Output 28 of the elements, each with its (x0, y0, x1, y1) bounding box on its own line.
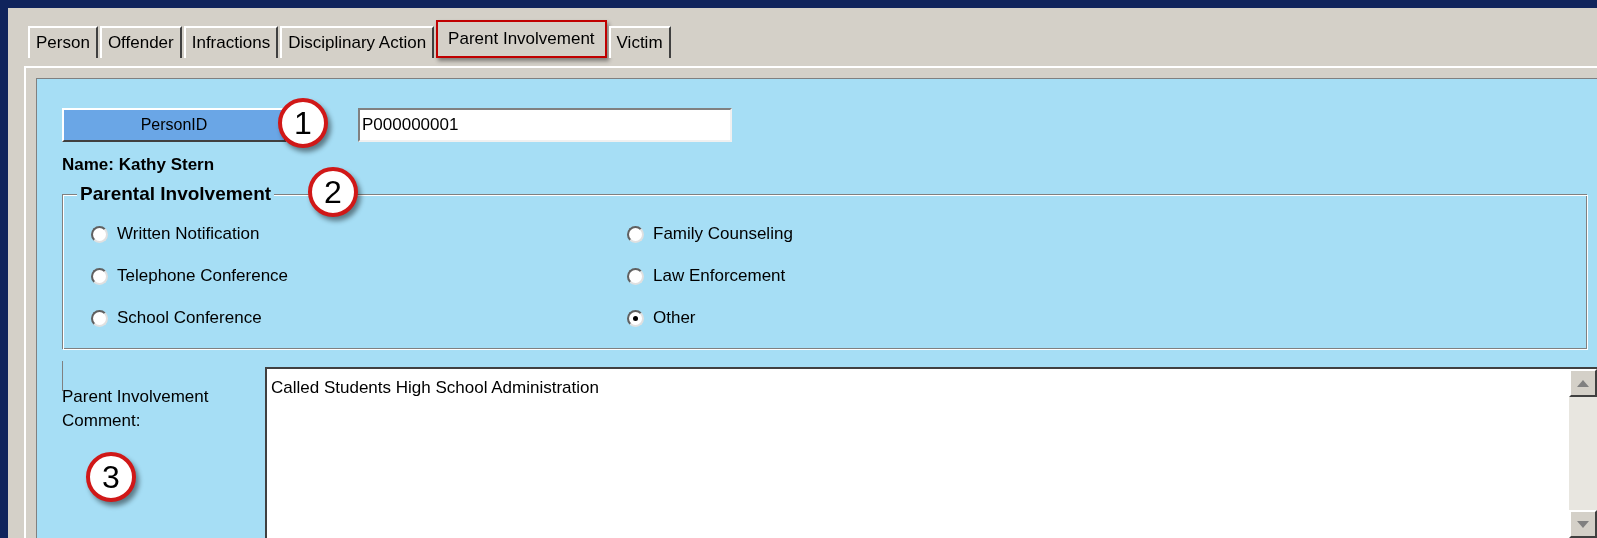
scrollbar[interactable] (1569, 369, 1597, 538)
radio-button[interactable] (91, 309, 108, 327)
tab[interactable]: Offender (99, 26, 182, 58)
radio-button[interactable] (91, 225, 108, 243)
tab[interactable]: Infractions (183, 26, 279, 58)
comment-label: Parent Involvement Comment: (62, 386, 210, 432)
radio-button[interactable] (627, 309, 644, 327)
person-name: Name: Kathy Stern (61, 154, 216, 176)
down-arrow-icon (1577, 520, 1589, 528)
option-label: Other (653, 307, 696, 330)
radio-button[interactable] (627, 225, 644, 243)
up-arrow-icon (1577, 379, 1589, 387)
option-label: Written Notification (117, 223, 260, 246)
tab[interactable]: Victim (608, 26, 671, 58)
radio-button[interactable] (627, 267, 644, 285)
tab[interactable]: Parent Involvement (436, 20, 607, 58)
option-label: Law Enforcement (653, 265, 786, 288)
scroll-up-button[interactable] (1569, 369, 1597, 397)
scroll-down-button[interactable] (1569, 510, 1597, 538)
person-id-button[interactable]: PersonID (62, 108, 286, 142)
option-label: Family Counseling (653, 223, 793, 246)
comment-field[interactable]: Called Students High School Administration (265, 367, 1597, 538)
option-label: Telephone Conference (117, 265, 289, 288)
tab[interactable]: Person (28, 26, 98, 58)
option-label: School Conference (117, 307, 262, 330)
tab[interactable]: Disciplinary Action (280, 26, 435, 58)
radio-button[interactable] (91, 267, 108, 285)
person-id-field[interactable]: P000000001 (358, 108, 732, 142)
